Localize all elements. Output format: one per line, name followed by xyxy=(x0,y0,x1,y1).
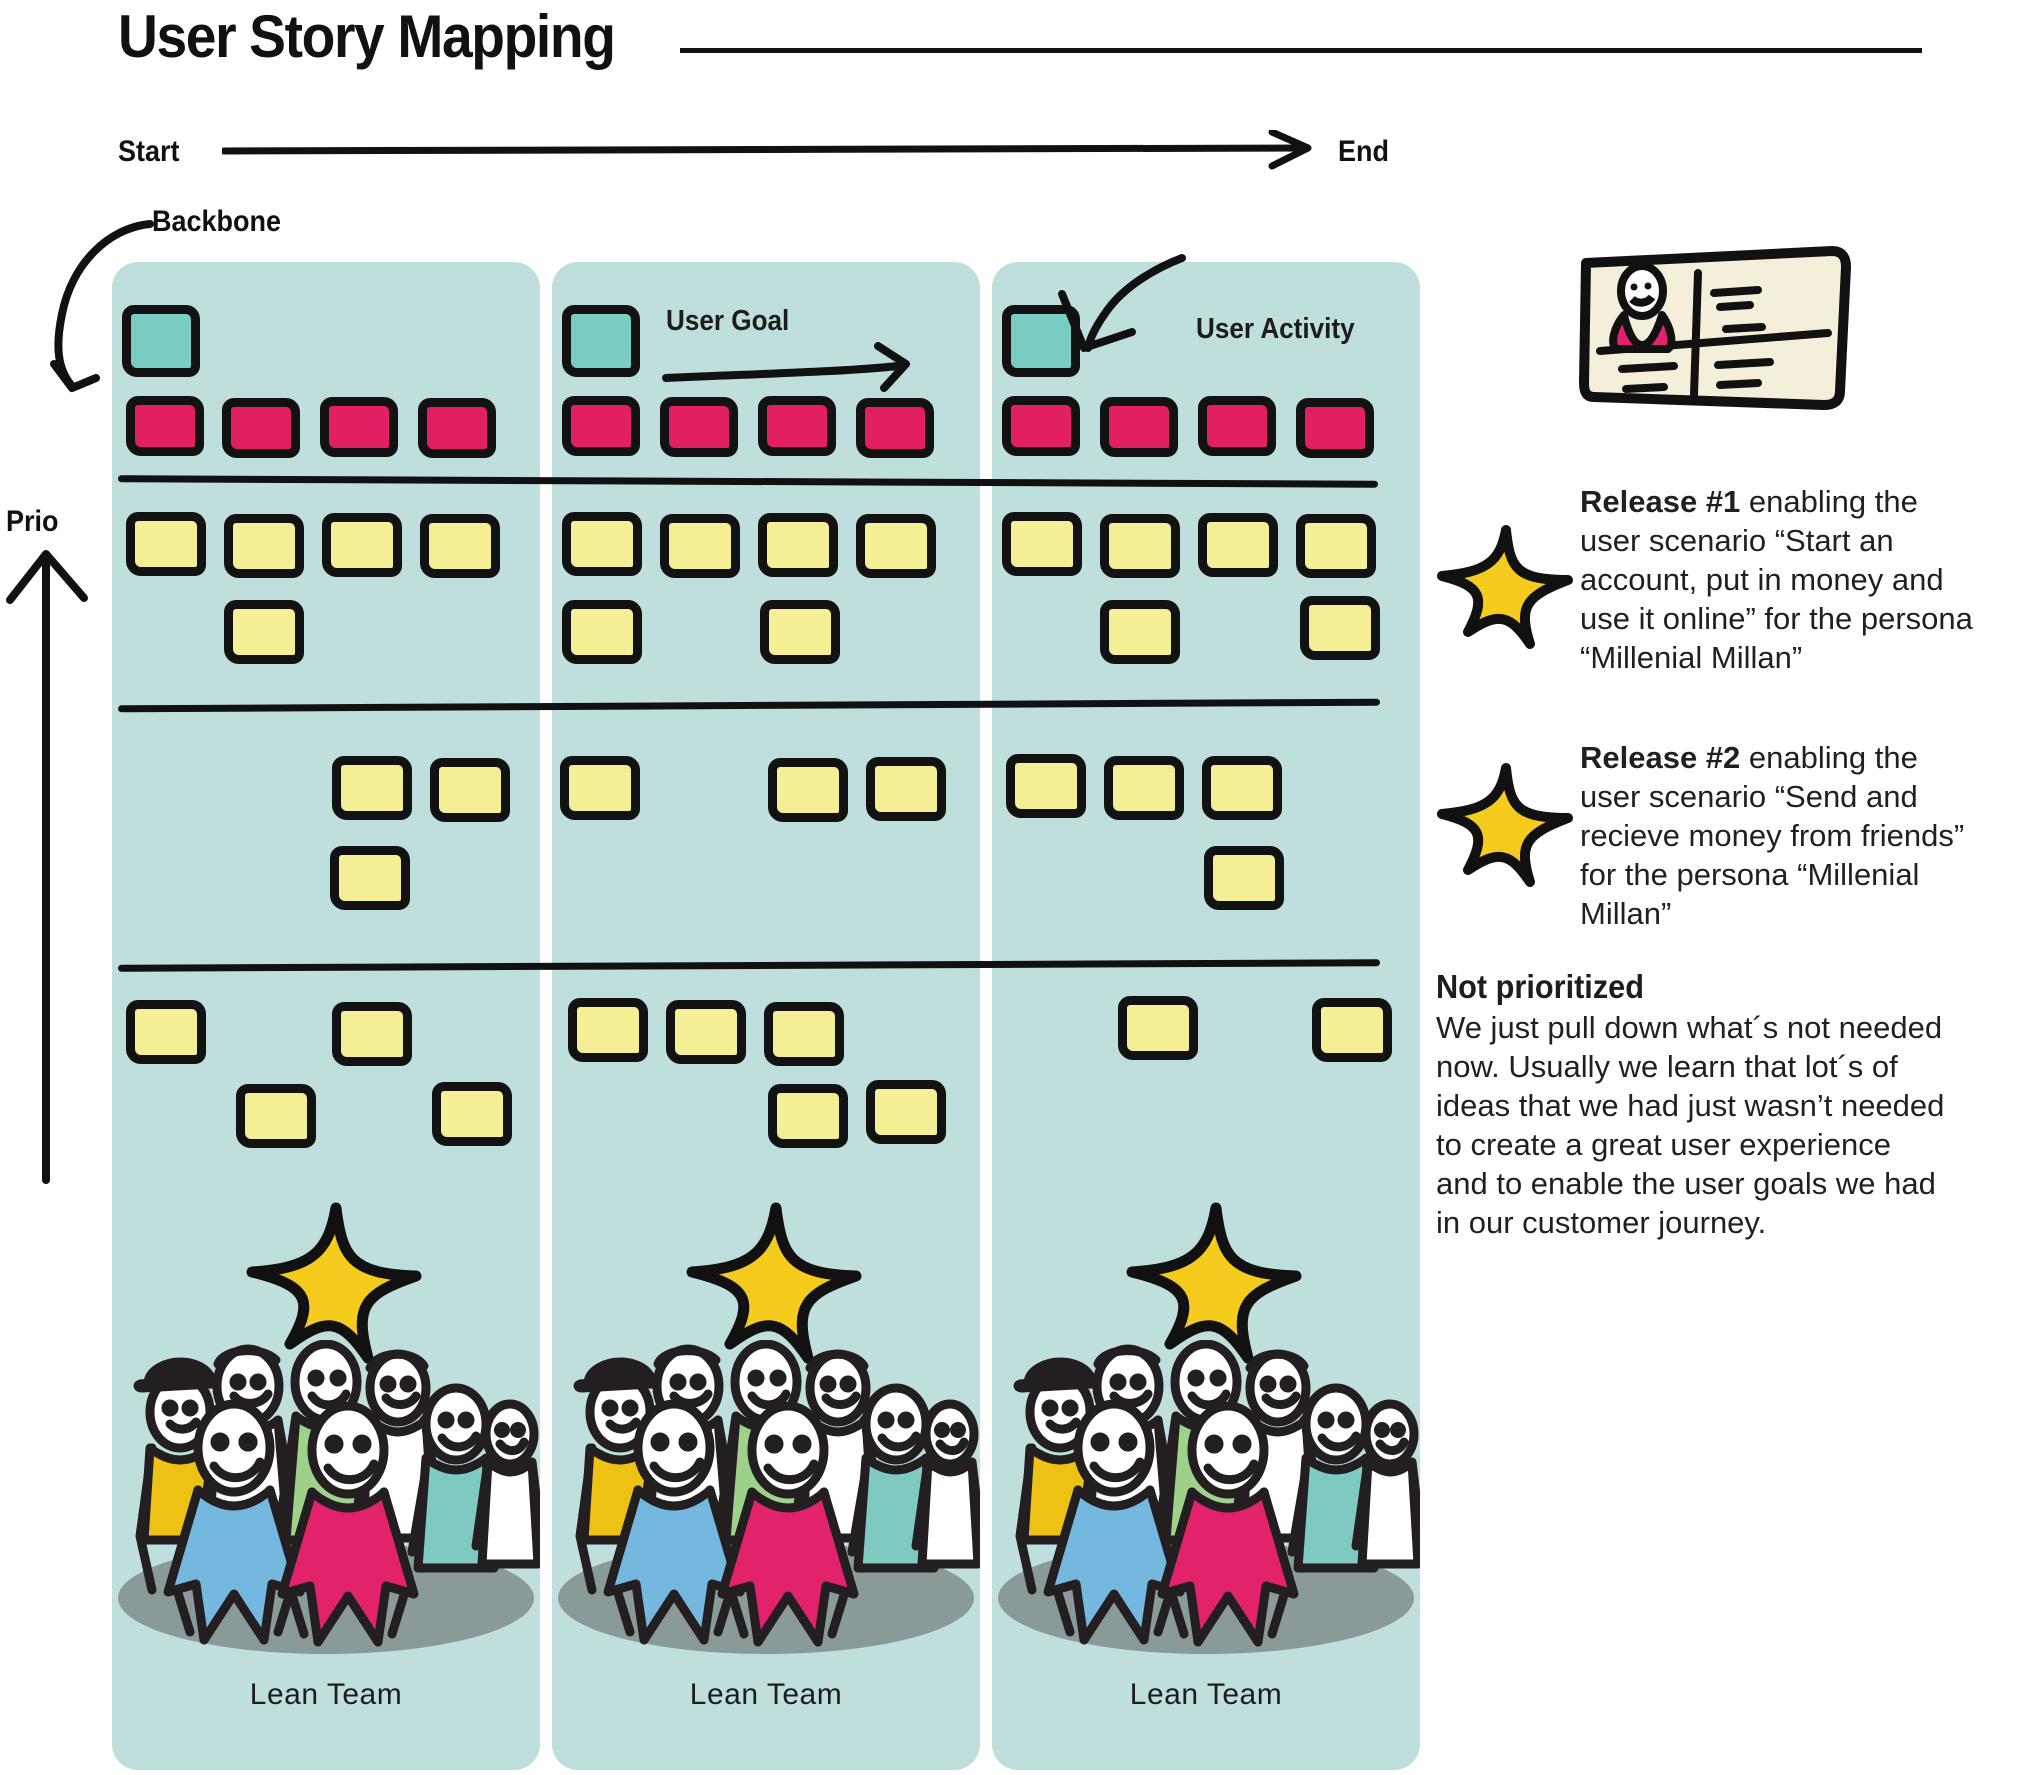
card-story[interactable] xyxy=(866,757,946,821)
axis-start-label: Start xyxy=(118,135,180,168)
legend-not-prioritized-body: We just pull down what´s not needed now.… xyxy=(1436,1010,1945,1240)
card-story[interactable] xyxy=(1300,596,1380,660)
axis-end-label: End xyxy=(1338,135,1390,168)
card-story[interactable] xyxy=(1118,996,1198,1060)
legend-release-1-bold: Release #1 xyxy=(1580,484,1741,519)
card-story[interactable] xyxy=(856,514,936,578)
card-story[interactable] xyxy=(764,1002,844,1066)
legend-release-2-bold: Release #2 xyxy=(1580,740,1741,775)
card-story[interactable] xyxy=(666,1000,746,1064)
card-story[interactable] xyxy=(1296,514,1376,578)
card-user-goal-1[interactable] xyxy=(122,305,200,377)
title-rule xyxy=(680,48,1922,53)
card-story[interactable] xyxy=(224,600,304,664)
legend-not-prioritized-heading: Not prioritized xyxy=(1436,968,1645,1005)
card-user-task[interactable] xyxy=(1198,396,1276,456)
card-story[interactable] xyxy=(768,758,848,822)
card-story[interactable] xyxy=(1312,998,1392,1062)
lean-team-illustration-3 xyxy=(992,1339,1427,1670)
lean-team-caption-3: Lean Team xyxy=(1129,1678,1283,1711)
card-story[interactable] xyxy=(322,513,402,577)
card-story[interactable] xyxy=(1204,846,1284,910)
card-story[interactable] xyxy=(1202,756,1282,820)
legend-release-1-text: Release #1 enabling the user scenario “S… xyxy=(1580,482,1980,677)
card-user-task[interactable] xyxy=(660,397,738,457)
card-user-task[interactable] xyxy=(418,398,496,458)
card-story[interactable] xyxy=(430,758,510,822)
card-story[interactable] xyxy=(568,998,648,1062)
lean-team-caption-1: Lean Team xyxy=(249,1678,403,1711)
card-story[interactable] xyxy=(560,756,640,820)
card-story[interactable] xyxy=(866,1080,946,1144)
lean-team-illustration-1 xyxy=(112,1339,547,1670)
card-story[interactable] xyxy=(1006,754,1086,818)
start-to-end-arrow-icon xyxy=(222,130,1312,170)
lean-team-caption-2: Lean Team xyxy=(689,1678,843,1711)
card-story[interactable] xyxy=(330,846,410,910)
legend-release-2-text: Release #2 enabling the user scenario “S… xyxy=(1580,738,1980,933)
user-activity-label: User Activity xyxy=(1196,313,1355,345)
card-user-task[interactable] xyxy=(320,397,398,457)
user-goal-label: User Goal xyxy=(666,305,790,337)
story-map-canvas: User Story Mapping Start End Backbone Pr… xyxy=(0,0,2018,1775)
card-story[interactable] xyxy=(126,512,206,576)
card-user-task[interactable] xyxy=(126,396,204,456)
page-title: User Story Mapping xyxy=(118,3,616,70)
card-user-task[interactable] xyxy=(1100,397,1178,457)
user-activity-pointer-arrow-icon xyxy=(1058,254,1186,352)
prio-label: Prio xyxy=(6,505,59,538)
card-story[interactable] xyxy=(1100,514,1180,578)
card-user-task[interactable] xyxy=(856,398,934,458)
card-user-task[interactable] xyxy=(222,398,300,458)
card-story[interactable] xyxy=(760,600,840,664)
card-story[interactable] xyxy=(332,756,412,820)
card-story[interactable] xyxy=(562,512,642,576)
card-story[interactable] xyxy=(224,514,304,578)
card-story[interactable] xyxy=(660,514,740,578)
card-user-goal-2[interactable] xyxy=(562,305,640,377)
card-user-task[interactable] xyxy=(1002,396,1080,456)
persona-card-icon xyxy=(1579,246,1851,410)
card-user-task[interactable] xyxy=(1296,398,1374,458)
card-story[interactable] xyxy=(758,513,838,577)
card-story[interactable] xyxy=(1104,756,1184,820)
card-story[interactable] xyxy=(332,1002,412,1066)
card-user-task[interactable] xyxy=(758,396,836,456)
user-goal-arrow-icon xyxy=(662,342,910,392)
lean-team-illustration-2 xyxy=(552,1339,987,1670)
card-story[interactable] xyxy=(1198,513,1278,577)
card-story[interactable] xyxy=(420,514,500,578)
priority-arrow-icon xyxy=(6,550,88,1184)
card-story[interactable] xyxy=(432,1082,512,1146)
card-story[interactable] xyxy=(126,1000,206,1064)
card-story[interactable] xyxy=(1100,600,1180,664)
card-story[interactable] xyxy=(562,600,642,664)
card-user-task[interactable] xyxy=(562,396,640,456)
card-story[interactable] xyxy=(236,1084,316,1148)
legend-star-icon-release-1 xyxy=(1437,525,1573,649)
card-story[interactable] xyxy=(1002,512,1082,576)
card-story[interactable] xyxy=(768,1084,848,1148)
legend-star-icon-release-2 xyxy=(1437,763,1573,887)
